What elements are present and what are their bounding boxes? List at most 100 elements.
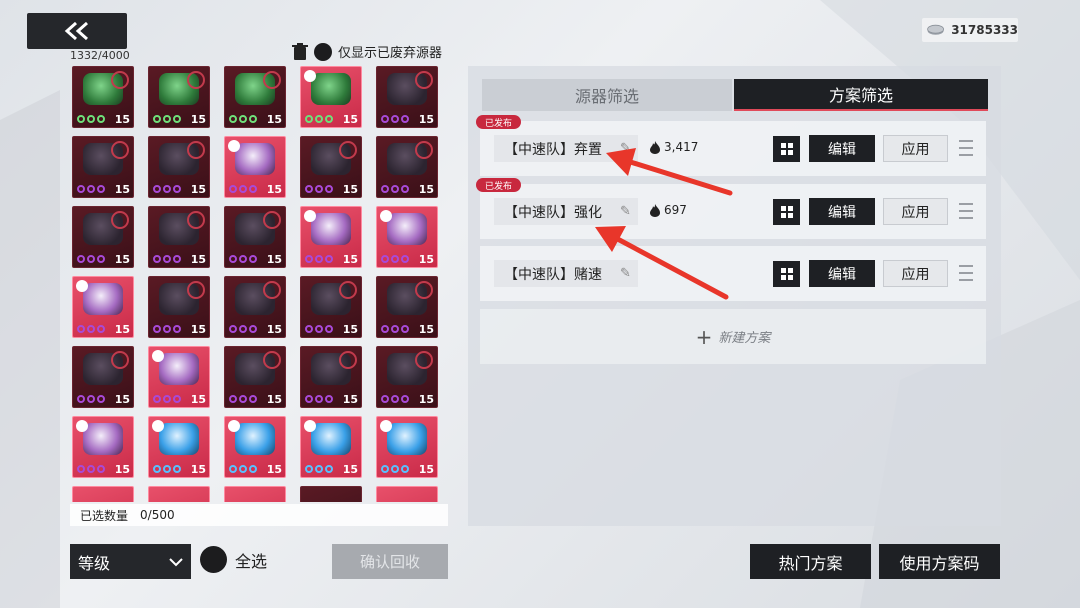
inventory-slot[interactable]: 15 (224, 346, 286, 408)
inventory-slot[interactable]: 15 (224, 136, 286, 198)
plan-grid-button[interactable] (773, 136, 800, 162)
inventory-slot[interactable]: 15 (72, 66, 134, 128)
plan-name-field[interactable]: 【中速队】赌速 ✎ (494, 260, 638, 287)
discarded-filter-toggle[interactable]: 仅显示已废弃源器 (292, 42, 442, 61)
device-item-image (311, 73, 351, 105)
drag-handle-icon[interactable] (959, 140, 973, 156)
item-level: 15 (418, 253, 434, 266)
inventory-slot[interactable]: 15 (376, 66, 438, 128)
inventory-slot[interactable] (376, 486, 438, 502)
item-level: 15 (342, 463, 358, 476)
published-badge: 已发布 (476, 178, 522, 192)
inventory-slot[interactable]: 15 (148, 136, 210, 198)
substat-dots (305, 325, 333, 333)
inventory-slot[interactable]: 15 (148, 66, 210, 128)
faction-emblem-icon (339, 281, 357, 299)
apply-button[interactable]: 应用 (883, 260, 948, 287)
inventory-slot[interactable]: 15 (148, 206, 210, 268)
pencil-icon[interactable]: ✎ (620, 266, 631, 281)
inventory-slot[interactable]: 15 (300, 136, 362, 198)
inventory-slot[interactable]: 15 (300, 276, 362, 338)
rarity-corner-icon (76, 420, 88, 432)
plan-grid-button[interactable] (773, 261, 800, 287)
substat-dots (229, 325, 257, 333)
pencil-icon[interactable]: ✎ (620, 204, 631, 219)
new-plan-button[interactable]: + 新建方案 (480, 309, 986, 364)
inventory-slot[interactable]: 15 (376, 346, 438, 408)
select-all-radio[interactable] (200, 546, 227, 573)
faction-emblem-icon (263, 71, 281, 89)
hot-plans-button[interactable]: 热门方案 (750, 544, 871, 579)
faction-emblem-icon (263, 211, 281, 229)
confirm-recycle-button[interactable]: 确认回收 (332, 544, 448, 579)
inventory-slot[interactable]: 15 (224, 416, 286, 478)
plan-name-field[interactable]: 【中速队】强化 ✎ (494, 198, 638, 225)
rarity-corner-icon (304, 420, 316, 432)
item-level: 15 (266, 463, 282, 476)
apply-button[interactable]: 应用 (883, 135, 948, 162)
drag-handle-icon[interactable] (959, 265, 973, 281)
use-plan-code-button[interactable]: 使用方案码 (879, 544, 1000, 579)
inventory-slot[interactable]: 15 (148, 346, 210, 408)
device-item-image (235, 143, 275, 175)
rarity-corner-icon (152, 350, 164, 362)
device-item-image (83, 283, 123, 315)
plan-row[interactable]: 已发布 【中速队】弃置 ✎ 3,417 编辑 应用 (476, 115, 986, 176)
edit-button[interactable]: 编辑 (809, 260, 875, 287)
tab-device-filter[interactable]: 源器筛选 (482, 79, 732, 111)
inventory-slot[interactable]: 15 (300, 66, 362, 128)
item-level: 15 (190, 183, 206, 196)
faction-emblem-icon (415, 281, 433, 299)
substat-dots (229, 465, 257, 473)
device-item-image (159, 353, 199, 385)
edit-button[interactable]: 编辑 (809, 135, 875, 162)
inventory-slot[interactable]: 15 (376, 136, 438, 198)
faction-emblem-icon (339, 351, 357, 369)
inventory-slot[interactable]: 15 (148, 276, 210, 338)
plan-name: 【中速队】弃置 (504, 141, 602, 158)
substat-dots (77, 255, 105, 263)
rarity-corner-icon (228, 420, 240, 432)
inventory-slot[interactable]: 15 (224, 66, 286, 128)
tab-plan-filter[interactable]: 方案筛选 (734, 79, 988, 111)
discard-toggle-label: 仅显示已废弃源器 (338, 46, 443, 61)
pencil-icon[interactable]: ✎ (620, 141, 631, 156)
inventory-slot[interactable]: 15 (224, 206, 286, 268)
inventory-slot[interactable]: 15 (72, 276, 134, 338)
inventory-slot[interactable]: 15 (300, 346, 362, 408)
item-level: 15 (190, 323, 206, 336)
select-all-toggle[interactable]: 全选 (200, 546, 267, 573)
inventory-slot[interactable]: 15 (300, 416, 362, 478)
inventory-slot[interactable]: 15 (376, 206, 438, 268)
plan-row[interactable]: 【中速队】赌速 ✎ 编辑 应用 (480, 246, 986, 301)
inventory-slot[interactable] (300, 486, 362, 502)
inventory-slot[interactable]: 15 (72, 416, 134, 478)
plan-row[interactable]: 已发布 【中速队】强化 ✎ 697 编辑 应用 (476, 178, 986, 239)
inventory-slot[interactable]: 15 (72, 136, 134, 198)
inventory-slot[interactable]: 15 (224, 276, 286, 338)
inventory-slot[interactable] (72, 486, 134, 502)
apply-button[interactable]: 应用 (883, 198, 948, 225)
inventory-slot[interactable]: 15 (300, 206, 362, 268)
inventory-slot[interactable]: 15 (376, 276, 438, 338)
item-level: 15 (418, 463, 434, 476)
item-level: 15 (266, 253, 282, 266)
substat-dots (381, 255, 409, 263)
heat-value: 697 (664, 203, 687, 217)
inventory-slot[interactable]: 15 (72, 206, 134, 268)
inventory-slot[interactable] (224, 486, 286, 502)
plan-name: 【中速队】强化 (504, 204, 602, 221)
inventory-slot[interactable]: 15 (376, 416, 438, 478)
inventory-slot[interactable] (148, 486, 210, 502)
back-button[interactable] (27, 13, 127, 49)
inventory-slot[interactable]: 15 (72, 346, 134, 408)
inventory-slot[interactable]: 15 (148, 416, 210, 478)
drag-handle-icon[interactable] (959, 203, 973, 219)
edit-button[interactable]: 编辑 (809, 198, 875, 225)
plan-grid-button[interactable] (773, 199, 800, 225)
sort-dropdown[interactable]: 等级 (70, 544, 191, 579)
flame-icon (650, 203, 660, 217)
discard-radio[interactable] (314, 42, 332, 61)
plan-name-field[interactable]: 【中速队】弃置 ✎ (494, 135, 638, 162)
faction-emblem-icon (415, 351, 433, 369)
